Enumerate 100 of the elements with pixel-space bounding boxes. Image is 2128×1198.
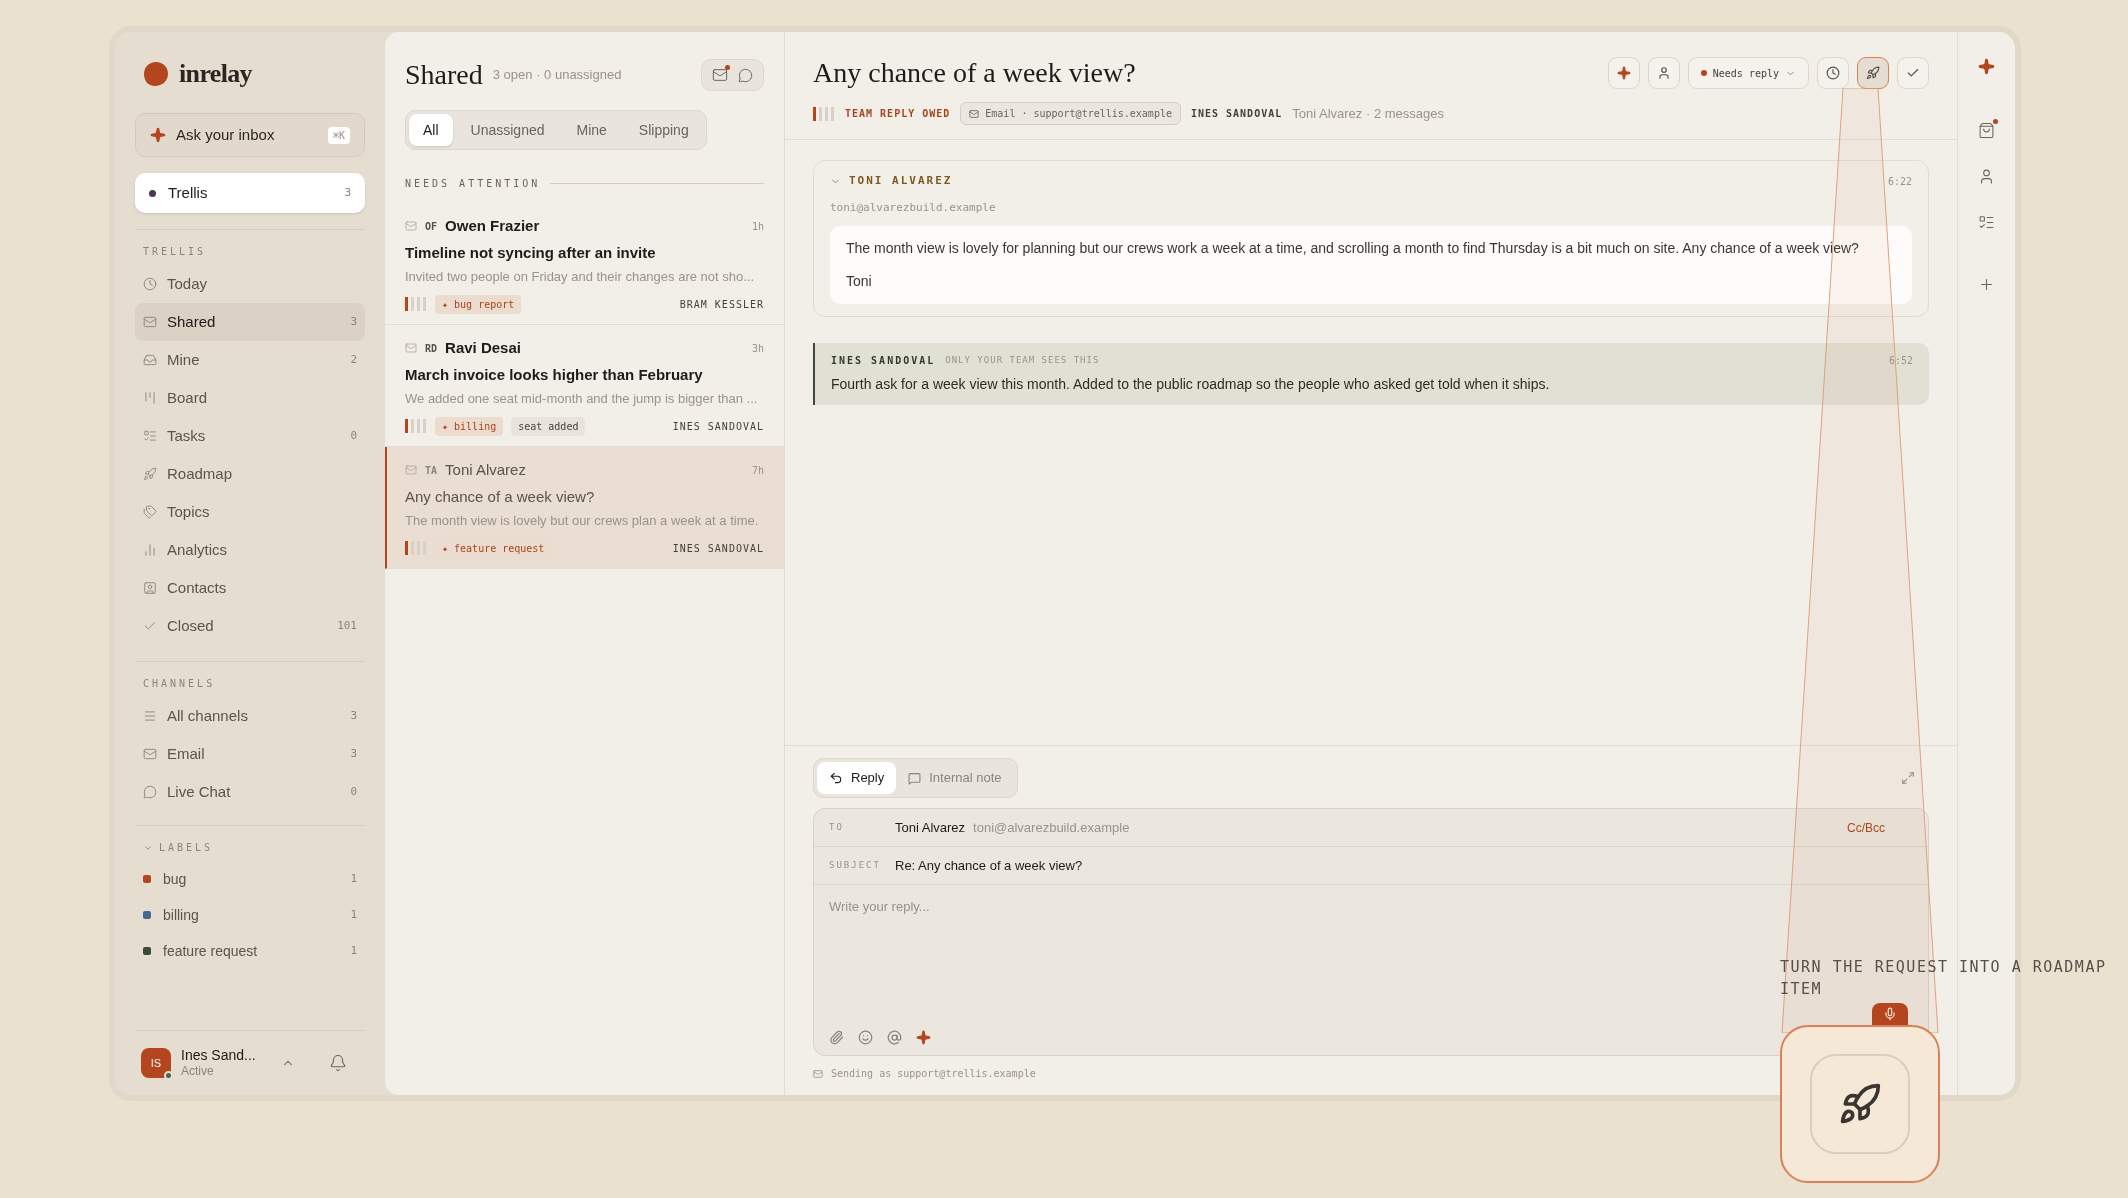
person-icon[interactable] [1978, 168, 1995, 185]
sparkle-icon[interactable] [916, 1030, 931, 1045]
envelope-icon[interactable] [712, 67, 728, 83]
conversation-meta: Toni Alvarez · 2 messages [1292, 104, 1444, 123]
note-body: Fourth ask for a week view this month. Added to the public roadmap so the people who asked get told when it ships. [831, 375, 1551, 394]
chat-bubble-icon [143, 785, 157, 799]
section-heading: NEEDS ATTENTION [405, 177, 541, 191]
reply-arrow-icon [829, 771, 843, 785]
rocket-icon [143, 467, 157, 481]
nav-label: Shared [167, 311, 217, 332]
filter-tab[interactable]: Slipping [624, 114, 703, 146]
nav-count: 3 [350, 313, 357, 330]
nav-item[interactable]: Tasks 0 [135, 417, 365, 455]
nav-label: Today [167, 273, 209, 294]
nav-label: Closed [167, 615, 215, 636]
list-summary: 3 open · 0 unassigned [492, 66, 623, 85]
note-visibility: ONLY YOUR TEAM SEES THIS [945, 353, 1101, 367]
preview: Invited two people on Friday and their changes are not sho... [405, 268, 756, 286]
nav-label: All channels [167, 705, 249, 726]
nav-item[interactable]: Live Chat 0 [135, 773, 365, 811]
time: 3h [751, 341, 764, 356]
roadmap-button[interactable] [1857, 57, 1889, 89]
envelope-icon [405, 342, 417, 355]
nav-label: Email [167, 743, 206, 764]
assignee: INES SANDOVAL [1190, 107, 1283, 121]
nav-item[interactable]: Board [135, 379, 365, 417]
status-dropdown[interactable]: Needs reply [1687, 57, 1809, 89]
microphone-button[interactable] [1872, 1003, 1908, 1025]
assignee: BRAM KESSLER [679, 297, 764, 312]
nav-label: Live Chat [167, 781, 232, 802]
assignee: INES SANDOVAL [672, 419, 764, 434]
ai-assist-button[interactable] [1607, 57, 1640, 89]
nav-item[interactable]: Contacts [135, 569, 365, 607]
cc-bcc-link[interactable]: Cc/Bcc [1847, 818, 1885, 837]
status-label: Needs reply [1712, 66, 1779, 81]
section-heading: TRELLIS [142, 245, 208, 259]
message-time: 6:52 [1888, 354, 1913, 368]
time: 7h [751, 463, 764, 478]
checklist-icon[interactable] [1978, 214, 1995, 231]
sparkle-icon [150, 127, 166, 143]
message-sender: TONI ALVAREZ [849, 173, 954, 189]
subject-field[interactable]: Re: Any chance of a week view? [895, 855, 1083, 876]
nav-count: 101 [337, 617, 357, 634]
lines-icon [143, 709, 157, 723]
notifications-icon[interactable] [329, 1053, 347, 1072]
mention-icon[interactable] [887, 1030, 902, 1045]
bar-chart-icon [143, 543, 157, 557]
workspace-selector[interactable]: Trellis 3 [135, 173, 365, 213]
nav-item[interactable]: Roadmap [135, 455, 365, 493]
sender-name: Ravi Desai [445, 338, 522, 358]
nav-item[interactable]: Closed 101 [135, 607, 365, 645]
assign-button[interactable] [1647, 57, 1680, 89]
attachment-icon[interactable] [829, 1030, 844, 1045]
rocket-icon [1838, 1082, 1882, 1126]
user-name: Ines Sand... [181, 1046, 257, 1064]
filter-tab[interactable]: All [409, 114, 453, 146]
sparkle-icon[interactable] [1978, 58, 1995, 75]
ask-inbox-button[interactable]: Ask your inbox ⌘K [135, 113, 365, 157]
message-time: 6:22 [1887, 174, 1912, 189]
conversation-item[interactable]: OF Owen Frazier 1h Timeline not syncing after an invite Invited two people on Friday and their changes are not sho... ✦ bug report BRAM KESSLER [385, 203, 784, 325]
microphone-icon [1883, 1007, 1897, 1021]
envelope-icon [143, 747, 157, 761]
filter-tab[interactable]: Mine [562, 114, 621, 146]
nav-item[interactable]: Today [135, 265, 365, 303]
nav-item[interactable]: Email 3 [135, 735, 365, 773]
nav-item[interactable]: All channels 3 [135, 697, 365, 735]
sender-initials: RD [425, 341, 438, 356]
plus-icon[interactable] [1978, 276, 1995, 293]
message-paragraph: The month view is lovely for planning but our crews work a week at a time, and scrolling a month to find Thursday is a bit much on site. Any chance of a week view? [846, 239, 1860, 258]
conversation-item[interactable]: TA Toni Alvarez 7h Any chance of a week view? The month view is lovely but our crews plan a week at a time. ✦ feature request INES SANDOVAL [385, 447, 784, 569]
emoji-icon[interactable] [858, 1030, 873, 1045]
sender-email: toni@alvarezbuild.example [830, 199, 997, 216]
filter-tab[interactable]: Unassigned [456, 114, 559, 146]
preview: We added one seat mid-month and the jump is bigger than ... [405, 390, 759, 408]
nav-item[interactable]: Analytics [135, 531, 365, 569]
label-item[interactable]: bug 1 [135, 861, 365, 897]
shopping-bag-icon[interactable] [1978, 122, 1995, 139]
expand-icon[interactable] [1901, 771, 1915, 785]
reply-tab[interactable]: Reply [817, 762, 897, 794]
internal-note-tab[interactable]: Internal note [896, 762, 1014, 794]
subject: Timeline not syncing after an invite [405, 242, 657, 263]
envelope-icon [405, 220, 417, 233]
snooze-button[interactable] [1817, 57, 1849, 89]
subject: Any chance of a week view? [405, 486, 596, 507]
section-heading: CHANNELS [142, 677, 217, 691]
nav-item[interactable]: Mine 2 [135, 341, 365, 379]
chat-bubble-icon[interactable] [738, 67, 753, 83]
label-item[interactable]: feature request 1 [135, 933, 365, 969]
nav-count: 3 [350, 745, 357, 762]
clock-icon [1826, 66, 1840, 80]
inbox-icon [143, 353, 157, 367]
to-label: TO [829, 820, 845, 834]
person-icon [1656, 66, 1671, 80]
board-icon [143, 391, 157, 405]
recipient-email: toni@alvarezbuild.example [973, 818, 1131, 837]
label-item[interactable]: billing 1 [135, 897, 365, 933]
user-avatar: IS [141, 1047, 171, 1078]
nav-item[interactable]: Topics [135, 493, 365, 531]
nav-item[interactable]: Shared 3 [135, 303, 365, 341]
status-label: TEAM REPLY OWED [845, 107, 951, 121]
